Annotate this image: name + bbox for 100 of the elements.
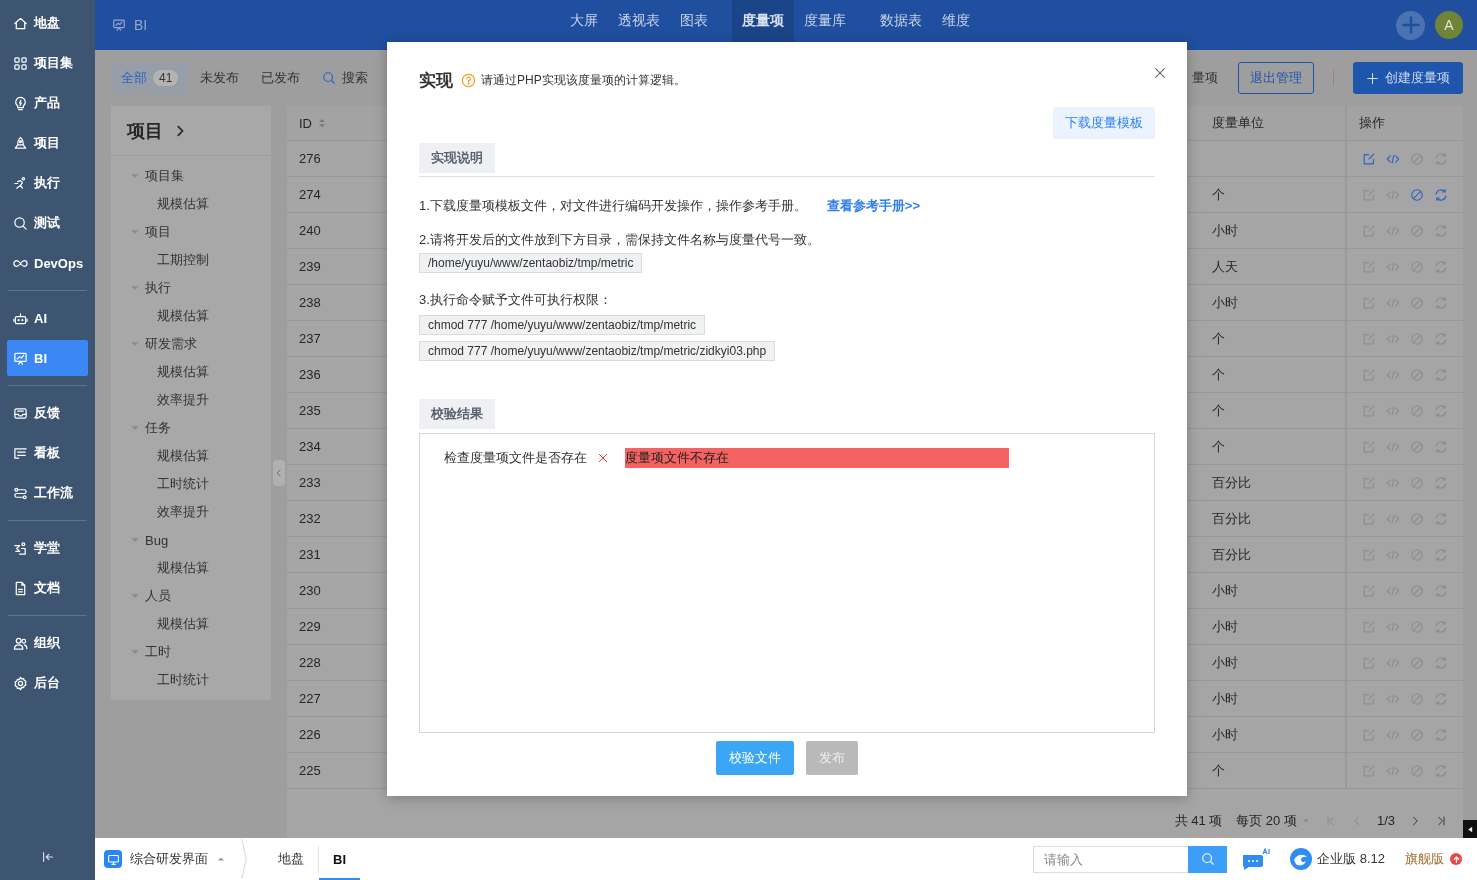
ban-icon[interactable] [1410, 511, 1424, 526]
nav-item[interactable]: 测试 [7, 205, 88, 241]
tree-item[interactable]: 效率提升 [111, 498, 271, 526]
edit-icon[interactable] [1362, 763, 1376, 778]
nav-tab[interactable]: 透视表 [608, 0, 670, 42]
tree-node[interactable]: 项目 [111, 218, 271, 246]
edit-icon[interactable] [1362, 439, 1376, 454]
edit-icon[interactable] [1362, 583, 1376, 598]
refresh-icon[interactable] [1434, 439, 1448, 454]
filter-tab[interactable]: 未发布 [190, 62, 250, 94]
refresh-icon[interactable] [1434, 187, 1448, 202]
nav-item[interactable]: 产品 [7, 85, 88, 121]
edit-icon[interactable] [1362, 403, 1376, 418]
code-icon[interactable] [1386, 403, 1400, 418]
edit-icon[interactable] [1362, 727, 1376, 742]
edit-icon[interactable] [1362, 187, 1376, 202]
code-icon[interactable] [1386, 439, 1400, 454]
code-icon[interactable] [1386, 583, 1400, 598]
refresh-icon[interactable] [1434, 727, 1448, 742]
nav-item[interactable]: 后台 [7, 665, 88, 701]
code-icon[interactable] [1386, 691, 1400, 706]
refresh-icon[interactable] [1434, 403, 1448, 418]
search-button[interactable] [1188, 845, 1228, 873]
nav-item[interactable]: 反馈 [7, 395, 88, 431]
nav-tab[interactable]: 数据表 [870, 0, 932, 42]
ban-icon[interactable] [1410, 151, 1424, 166]
refresh-icon[interactable] [1434, 655, 1448, 670]
tree-node[interactable]: 人员 [111, 582, 271, 610]
refresh-icon[interactable] [1434, 295, 1448, 310]
filter-tab[interactable]: 全部 41 [111, 62, 189, 94]
tree-item[interactable]: 工时统计 [111, 666, 271, 694]
refresh-icon[interactable] [1434, 583, 1448, 598]
nav-tab[interactable]: 维度 [932, 0, 980, 42]
create-button[interactable]: 创建度量项 [1353, 62, 1463, 94]
edition-link[interactable]: 旗舰版 [1405, 850, 1462, 868]
edit-icon[interactable] [1362, 547, 1376, 562]
edit-icon[interactable] [1362, 151, 1376, 166]
nav-item[interactable]: 组织 [7, 625, 88, 661]
page-size-select[interactable]: 每页 20 项 [1236, 811, 1311, 830]
ban-icon[interactable] [1410, 655, 1424, 670]
code-icon[interactable] [1386, 295, 1400, 310]
app-tab[interactable]: BI [319, 838, 360, 880]
edit-icon[interactable] [1362, 223, 1376, 238]
code-icon[interactable] [1386, 223, 1400, 238]
nav-item[interactable]: 工作流 [7, 475, 88, 511]
code-icon[interactable] [1386, 151, 1400, 166]
code-icon[interactable] [1386, 367, 1400, 382]
tree-item[interactable]: 规模估算 [111, 442, 271, 470]
refresh-icon[interactable] [1434, 763, 1448, 778]
tree-node[interactable]: 工时 [111, 638, 271, 666]
ban-icon[interactable] [1410, 295, 1424, 310]
code-icon[interactable] [1386, 475, 1400, 490]
nav-tab[interactable]: 度量库 [794, 0, 856, 42]
tree-node[interactable]: Bug [111, 526, 271, 554]
ban-icon[interactable] [1410, 547, 1424, 562]
refresh-icon[interactable] [1434, 511, 1448, 526]
search-field[interactable]: 请输入 [1033, 845, 1189, 873]
download-template-button[interactable]: 下载度量模板 [1053, 107, 1155, 139]
panel-toggle[interactable] [1463, 820, 1477, 838]
ban-icon[interactable] [1410, 475, 1424, 490]
ai-chat-icon[interactable] [1241, 847, 1272, 871]
refresh-icon[interactable] [1434, 619, 1448, 634]
ban-icon[interactable] [1410, 691, 1424, 706]
ban-icon[interactable] [1410, 223, 1424, 238]
code-icon[interactable] [1386, 619, 1400, 634]
last-page-icon[interactable] [1435, 814, 1447, 827]
search-link[interactable]: 搜索 [322, 69, 369, 87]
ban-icon[interactable] [1410, 763, 1424, 778]
tree-item[interactable]: 工期控制 [111, 246, 271, 274]
refresh-icon[interactable] [1434, 259, 1448, 274]
filter-tab[interactable]: 已发布 [251, 62, 311, 94]
nav-item[interactable]: 项目 [7, 125, 88, 161]
tree-node[interactable]: 项目集 [111, 162, 271, 190]
nav-tab[interactable]: 图表 [670, 0, 718, 42]
nav-item[interactable]: AI [7, 300, 88, 336]
tree-item[interactable]: 规模估算 [111, 610, 271, 638]
ban-icon[interactable] [1410, 187, 1424, 202]
tree-item[interactable]: 效率提升 [111, 386, 271, 414]
tree-item[interactable]: 规模估算 [111, 190, 271, 218]
refresh-icon[interactable] [1434, 691, 1448, 706]
collapse-handle[interactable] [273, 460, 285, 486]
nav-item[interactable]: 执行 [7, 165, 88, 201]
user-avatar[interactable]: A [1435, 11, 1463, 39]
collapse-button[interactable] [40, 850, 55, 864]
ban-icon[interactable] [1410, 259, 1424, 274]
edit-icon[interactable] [1362, 511, 1376, 526]
code-icon[interactable] [1386, 187, 1400, 202]
edit-icon[interactable] [1362, 331, 1376, 346]
ban-icon[interactable] [1410, 439, 1424, 454]
edit-icon[interactable] [1362, 655, 1376, 670]
edit-icon[interactable] [1362, 295, 1376, 310]
tree-node[interactable]: 任务 [111, 414, 271, 442]
code-icon[interactable] [1386, 655, 1400, 670]
tree-node[interactable]: 研发需求 [111, 330, 271, 358]
nav-item[interactable]: 看板 [7, 435, 88, 471]
tree-item[interactable]: 工时统计 [111, 470, 271, 498]
refresh-icon[interactable] [1434, 367, 1448, 382]
code-icon[interactable] [1386, 547, 1400, 562]
ban-icon[interactable] [1410, 403, 1424, 418]
refresh-icon[interactable] [1434, 223, 1448, 238]
